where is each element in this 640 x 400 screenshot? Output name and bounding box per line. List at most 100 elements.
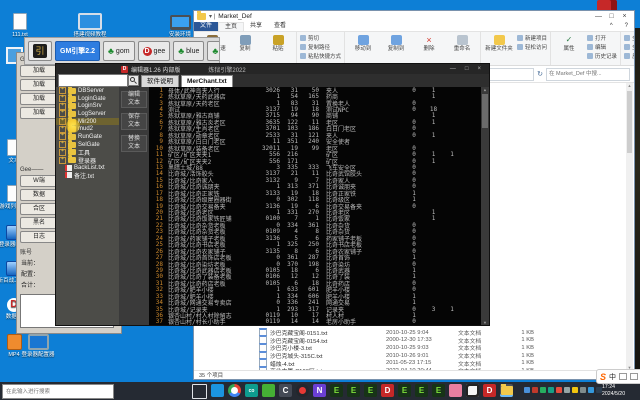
expand-icon[interactable]: + xyxy=(59,157,66,164)
ribbon-button-复制路径[interactable]: 复制路径 xyxy=(300,43,341,51)
editor-side-button[interactable]: 编辑 文本 xyxy=(121,91,147,108)
ribbon-button-反向选择[interactable]: 反向选择 xyxy=(624,52,634,60)
maximize-icon[interactable]: □ xyxy=(605,13,618,20)
ribbon-button-重命名[interactable]: 重命名 xyxy=(447,34,477,52)
ime-status-bar[interactable]: S 中 xyxy=(596,369,640,384)
tree-item-登录器[interactable]: +登录器 xyxy=(56,156,119,164)
tree-item-RunGate[interactable]: +RunGate xyxy=(56,133,119,141)
taskbar-icon-qr-code[interactable] xyxy=(466,384,479,397)
taskbar-icon-app-dim[interactable]: C xyxy=(279,384,292,397)
gm-side-button[interactable]: W端 xyxy=(20,175,58,187)
ribbon-button-历史记录[interactable]: 历史记录 xyxy=(587,52,617,60)
merchant-text-area[interactable]: 1母体/武神岛夹人行30263150夹人012炼狱草原/天药武器店154165药… xyxy=(149,87,489,325)
scroll-up-icon[interactable]: ▲ xyxy=(626,83,633,88)
ribbon-button-新建文件夹[interactable]: 新建文件夹 xyxy=(484,34,514,52)
tree-item-备注.txt[interactable]: 备注.txt xyxy=(56,172,119,180)
close-icon[interactable]: × xyxy=(477,66,481,72)
editor-side-button[interactable]: 保存 文本 xyxy=(121,113,147,130)
launcher-button-gee[interactable]: Dgee xyxy=(138,41,171,61)
tree-item-LogServer[interactable]: +LogServer xyxy=(56,110,119,118)
minimize-icon[interactable]: — xyxy=(592,13,605,20)
taskbar-icon-editplus[interactable]: E xyxy=(432,384,445,397)
menu-tab-文件[interactable]: 文件 xyxy=(194,22,218,31)
desktop-icon-搭建视频教程[interactable]: 搭建视频教程 xyxy=(64,12,116,38)
scrollbar-thumb[interactable] xyxy=(627,91,632,153)
ribbon-button-新建项目[interactable]: 新建项目 xyxy=(517,34,547,42)
menu-tab-共享[interactable]: 共享 xyxy=(244,22,268,31)
taskbar-icon-app-red-d[interactable]: D xyxy=(381,384,394,397)
ribbon-button-打开[interactable]: 打开 xyxy=(587,34,617,42)
ribbon-button-全部选择[interactable]: 全部选择 xyxy=(624,34,634,42)
gm-load-button[interactable]: 加载 xyxy=(20,65,58,77)
taskbar-icon-explorer-folder[interactable] xyxy=(500,384,513,397)
minimize-icon[interactable]: — xyxy=(450,66,456,72)
gm-side-button[interactable]: 黑名 xyxy=(20,217,58,229)
launcher-button-mir[interactable]: 引 xyxy=(28,41,52,61)
tray-icon[interactable] xyxy=(588,387,594,393)
taskbar-icon-recorder[interactable] xyxy=(296,384,309,397)
gm-side-button[interactable]: 日志 xyxy=(20,231,58,243)
taskbar-icon-app-pink[interactable] xyxy=(449,384,462,397)
taskbar-icon-task-view[interactable] xyxy=(192,384,207,399)
gm-load-button[interactable]: 加载 xyxy=(20,93,58,105)
taskbar-icon-app-blue[interactable] xyxy=(211,384,224,397)
maximize-icon[interactable]: □ xyxy=(465,66,469,72)
explorer-search-input[interactable] xyxy=(546,68,630,81)
launcher-button-blue[interactable]: ♣blue xyxy=(173,41,204,61)
gm-load-button[interactable]: 加载 xyxy=(20,79,58,91)
taskbar-icon-editplus[interactable]: E xyxy=(364,384,377,397)
ribbon-button-粘贴[interactable]: 粘贴 xyxy=(263,34,293,52)
tray-icon[interactable] xyxy=(556,387,562,393)
ribbon-button-复制[interactable]: 复制 xyxy=(230,34,260,52)
refresh-icon[interactable]: ↻ xyxy=(537,70,543,78)
ribbon-button-属性[interactable]: ✓属性 xyxy=(554,34,584,52)
ribbon-button-移动到[interactable]: 移动到 xyxy=(348,34,378,52)
toolbox-icon[interactable] xyxy=(630,373,638,380)
taskbar-clock[interactable]: 17:24 2024/5/20 xyxy=(602,384,640,398)
gm-side-button[interactable]: 数据 xyxy=(20,189,58,201)
search-button[interactable] xyxy=(128,75,139,86)
tray-icon[interactable] xyxy=(580,387,586,393)
editor-side-button[interactable]: 替换 文本 xyxy=(121,135,147,152)
menu-tab-查看[interactable]: 查看 xyxy=(268,22,292,31)
ime-mode[interactable]: 中 xyxy=(609,372,616,382)
keyboard-icon[interactable] xyxy=(619,373,627,380)
tray-icon[interactable] xyxy=(548,387,554,393)
editor-scrollbar[interactable]: ▲ ▼ xyxy=(481,87,489,325)
file-row[interactable]: 商业大厦-C100区.txt2022-04-10 20:44文本文档1 KB xyxy=(259,367,620,370)
tray-icon[interactable] xyxy=(540,387,546,393)
ribbon-button-全部取消选择[interactable]: 全部取消选择 xyxy=(624,43,634,51)
ribbon-collapse-icon[interactable]: ^ xyxy=(604,22,619,31)
tree-item-LoginSrv[interactable]: +LoginSrv xyxy=(56,102,119,110)
ribbon-button-删除[interactable]: ×删除 xyxy=(414,34,444,52)
ribbon-button-粘贴快捷方式[interactable]: 粘贴快捷方式 xyxy=(300,52,341,60)
taskbar-search-input[interactable] xyxy=(2,384,114,399)
explorer-title-bar[interactable]: ▾ | Market_Def —□× xyxy=(194,11,634,22)
scrollbar-thumb[interactable] xyxy=(482,94,488,128)
taskbar-icon-wechat[interactable] xyxy=(262,384,275,397)
launcher-button-gom[interactable]: ♣gom xyxy=(103,41,135,61)
gm-side-button[interactable]: 合区 xyxy=(20,203,58,215)
quick-access-toolbar[interactable]: ▾ | xyxy=(209,13,215,20)
tray-icon[interactable] xyxy=(572,387,578,393)
scroll-up-icon[interactable]: ▲ xyxy=(481,87,489,92)
gm-load-button[interactable]: 加载 xyxy=(20,107,58,119)
taskbar-icon-editplus[interactable]: E xyxy=(398,384,411,397)
ribbon-button-编辑[interactable]: 编辑 xyxy=(587,43,617,51)
taskbar-icon-app-purple[interactable]: N xyxy=(313,384,326,397)
tray-icon[interactable] xyxy=(564,387,570,393)
tree-search-input[interactable] xyxy=(58,74,128,87)
scroll-down-icon[interactable]: ▼ xyxy=(481,320,489,325)
taskbar-icon-editplus[interactable]: E xyxy=(330,384,343,397)
taskbar-icon-app-teal[interactable]: co xyxy=(245,384,258,397)
expand-icon[interactable]: + xyxy=(59,95,66,102)
tray-icon[interactable] xyxy=(532,387,538,393)
taskbar-icon-editplus[interactable]: E xyxy=(415,384,428,397)
explorer-scrollbar[interactable]: ▲ ▼ xyxy=(626,83,633,370)
ribbon-button-轻松访问[interactable]: 轻松访问 xyxy=(517,43,547,51)
expand-icon[interactable]: + xyxy=(59,149,66,156)
editor-title-bar[interactable]: D 编辑器1.26 内部版 炼狱引擎2022 —□× xyxy=(56,64,489,74)
desktop-icon-111.txt[interactable]: 111.txt xyxy=(0,12,46,38)
tree-item-LoginGate[interactable]: +LoginGate xyxy=(56,95,119,103)
help-icon[interactable]: ? xyxy=(619,22,634,31)
